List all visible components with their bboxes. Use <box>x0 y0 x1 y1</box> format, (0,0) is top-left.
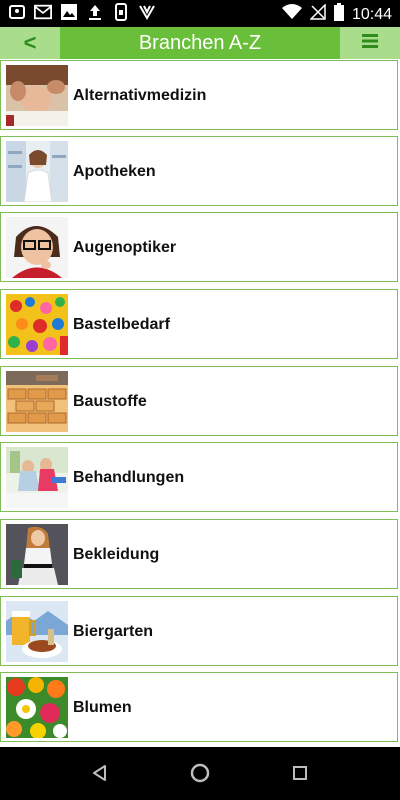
fashion-photo <box>6 524 68 585</box>
list-item-label: Behandlungen <box>73 469 185 486</box>
phone-icon <box>112 3 130 21</box>
list-item-label: Bastelbedarf <box>73 316 170 333</box>
recents-square-icon[interactable] <box>288 761 312 785</box>
list-item-behandlungen[interactable]: Behandlungen <box>0 442 398 512</box>
no-signal-icon <box>309 3 326 25</box>
wifi-icon <box>281 4 302 25</box>
list-item-label: Baustoffe <box>73 393 147 410</box>
clock: 10:44 <box>351 5 392 23</box>
notification-icons <box>8 3 156 21</box>
pharmacist-photo <box>6 141 68 202</box>
list-item-alternativmedizin[interactable]: Alternativmedizin <box>0 60 398 130</box>
category-list: Alternativmedizin Apotheken Augenoptiker… <box>0 59 400 747</box>
list-item-label: Blumen <box>73 699 132 716</box>
system-nav-bar <box>0 747 400 800</box>
app-bar: < Branchen A-Z <box>0 27 400 59</box>
battery-icon <box>333 3 344 26</box>
craft-supplies-photo <box>6 294 68 355</box>
list-item-label: Apotheken <box>73 163 156 180</box>
list-item-label: Augenoptiker <box>73 239 177 256</box>
list-item-augenoptiker[interactable]: Augenoptiker <box>0 212 398 282</box>
list-item-label: Alternativmedizin <box>73 87 207 104</box>
glasses-photo <box>6 217 68 278</box>
back-button[interactable]: < <box>0 27 60 59</box>
treatment-photo <box>6 447 68 508</box>
list-item-label: Bekleidung <box>73 546 160 563</box>
home-circle-icon[interactable] <box>188 761 212 785</box>
beer-food-photo <box>6 601 68 662</box>
status-bar: 10:44 <box>0 0 400 27</box>
list-item-apotheken[interactable]: Apotheken <box>0 136 398 206</box>
list-item-blumen[interactable]: Blumen <box>0 672 398 742</box>
list-item-label: Biergarten <box>73 623 154 640</box>
upload-icon <box>86 3 104 21</box>
flowers-photo <box>6 677 68 738</box>
list-item-baustoffe[interactable]: Baustoffe <box>0 366 398 436</box>
location-card-icon <box>8 3 26 21</box>
page-title: Branchen A-Z <box>138 32 262 54</box>
list-item-bekleidung[interactable]: Bekleidung <box>0 519 398 589</box>
massage-photo <box>6 65 68 126</box>
image-icon <box>60 3 78 21</box>
menu-button[interactable] <box>340 27 400 59</box>
system-icons: 10:44 <box>281 3 392 26</box>
bricks-photo <box>6 371 68 432</box>
gmail-icon <box>34 3 52 21</box>
menu-icon <box>362 33 378 53</box>
list-item-bastelbedarf[interactable]: Bastelbedarf <box>0 289 398 359</box>
back-triangle-icon[interactable] <box>88 761 112 785</box>
list-item-biergarten[interactable]: Biergarten <box>0 596 398 666</box>
app-icon <box>138 3 156 21</box>
